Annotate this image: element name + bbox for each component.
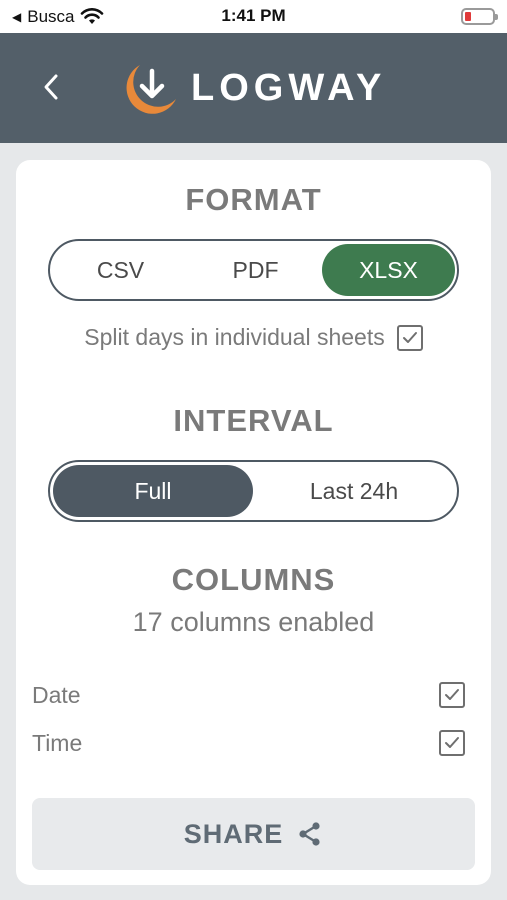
status-bar: ◀ Busca 1:41 PM xyxy=(0,0,507,33)
split-days-checkbox[interactable] xyxy=(396,324,423,351)
columns-title: COLUMNS xyxy=(171,562,336,597)
share-icon xyxy=(299,822,320,846)
chevron-left-icon xyxy=(44,74,58,100)
format-option-xlsx[interactable]: XLSX xyxy=(322,244,455,296)
column-checkbox-time[interactable] xyxy=(439,730,465,756)
columns-summary: 17 columns enabled xyxy=(132,607,375,637)
split-days-label: Split days in individual sheets xyxy=(84,324,385,350)
column-label-time: Time xyxy=(32,729,83,756)
app-header: LOGWAY xyxy=(0,33,507,143)
column-checkbox-date[interactable] xyxy=(439,682,465,708)
export-settings-card: FORMAT CSV PDF XLSX Split days in indivi… xyxy=(16,160,491,885)
checkmark-icon xyxy=(402,331,417,343)
interval-option-last-24h[interactable]: Last 24h xyxy=(253,465,455,517)
format-option-pdf[interactable]: PDF xyxy=(188,244,323,296)
share-button[interactable]: SHARE xyxy=(32,798,475,870)
split-days-row: Split days in individual sheets xyxy=(16,324,491,351)
status-time: 1:41 PM xyxy=(221,6,286,25)
interval-segmented-control: Full Last 24h xyxy=(48,460,459,522)
interval-option-full[interactable]: Full xyxy=(53,465,253,517)
app-logo-text: LOGWAY xyxy=(191,67,387,109)
interval-title: INTERVAL xyxy=(173,403,334,438)
column-row-time: Time xyxy=(32,725,465,761)
format-title: FORMAT xyxy=(185,182,322,217)
column-label-date: Date xyxy=(32,681,81,708)
checkmark-icon xyxy=(445,737,459,748)
share-button-label: SHARE xyxy=(183,818,284,849)
format-option-csv[interactable]: CSV xyxy=(53,244,188,296)
column-row-date: Date xyxy=(32,677,465,713)
battery-low-icon xyxy=(461,8,498,25)
checkmark-icon xyxy=(445,689,459,700)
back-button[interactable] xyxy=(36,67,72,107)
format-segmented-control: CSV PDF XLSX xyxy=(48,239,459,301)
logway-logo-icon xyxy=(126,65,176,114)
